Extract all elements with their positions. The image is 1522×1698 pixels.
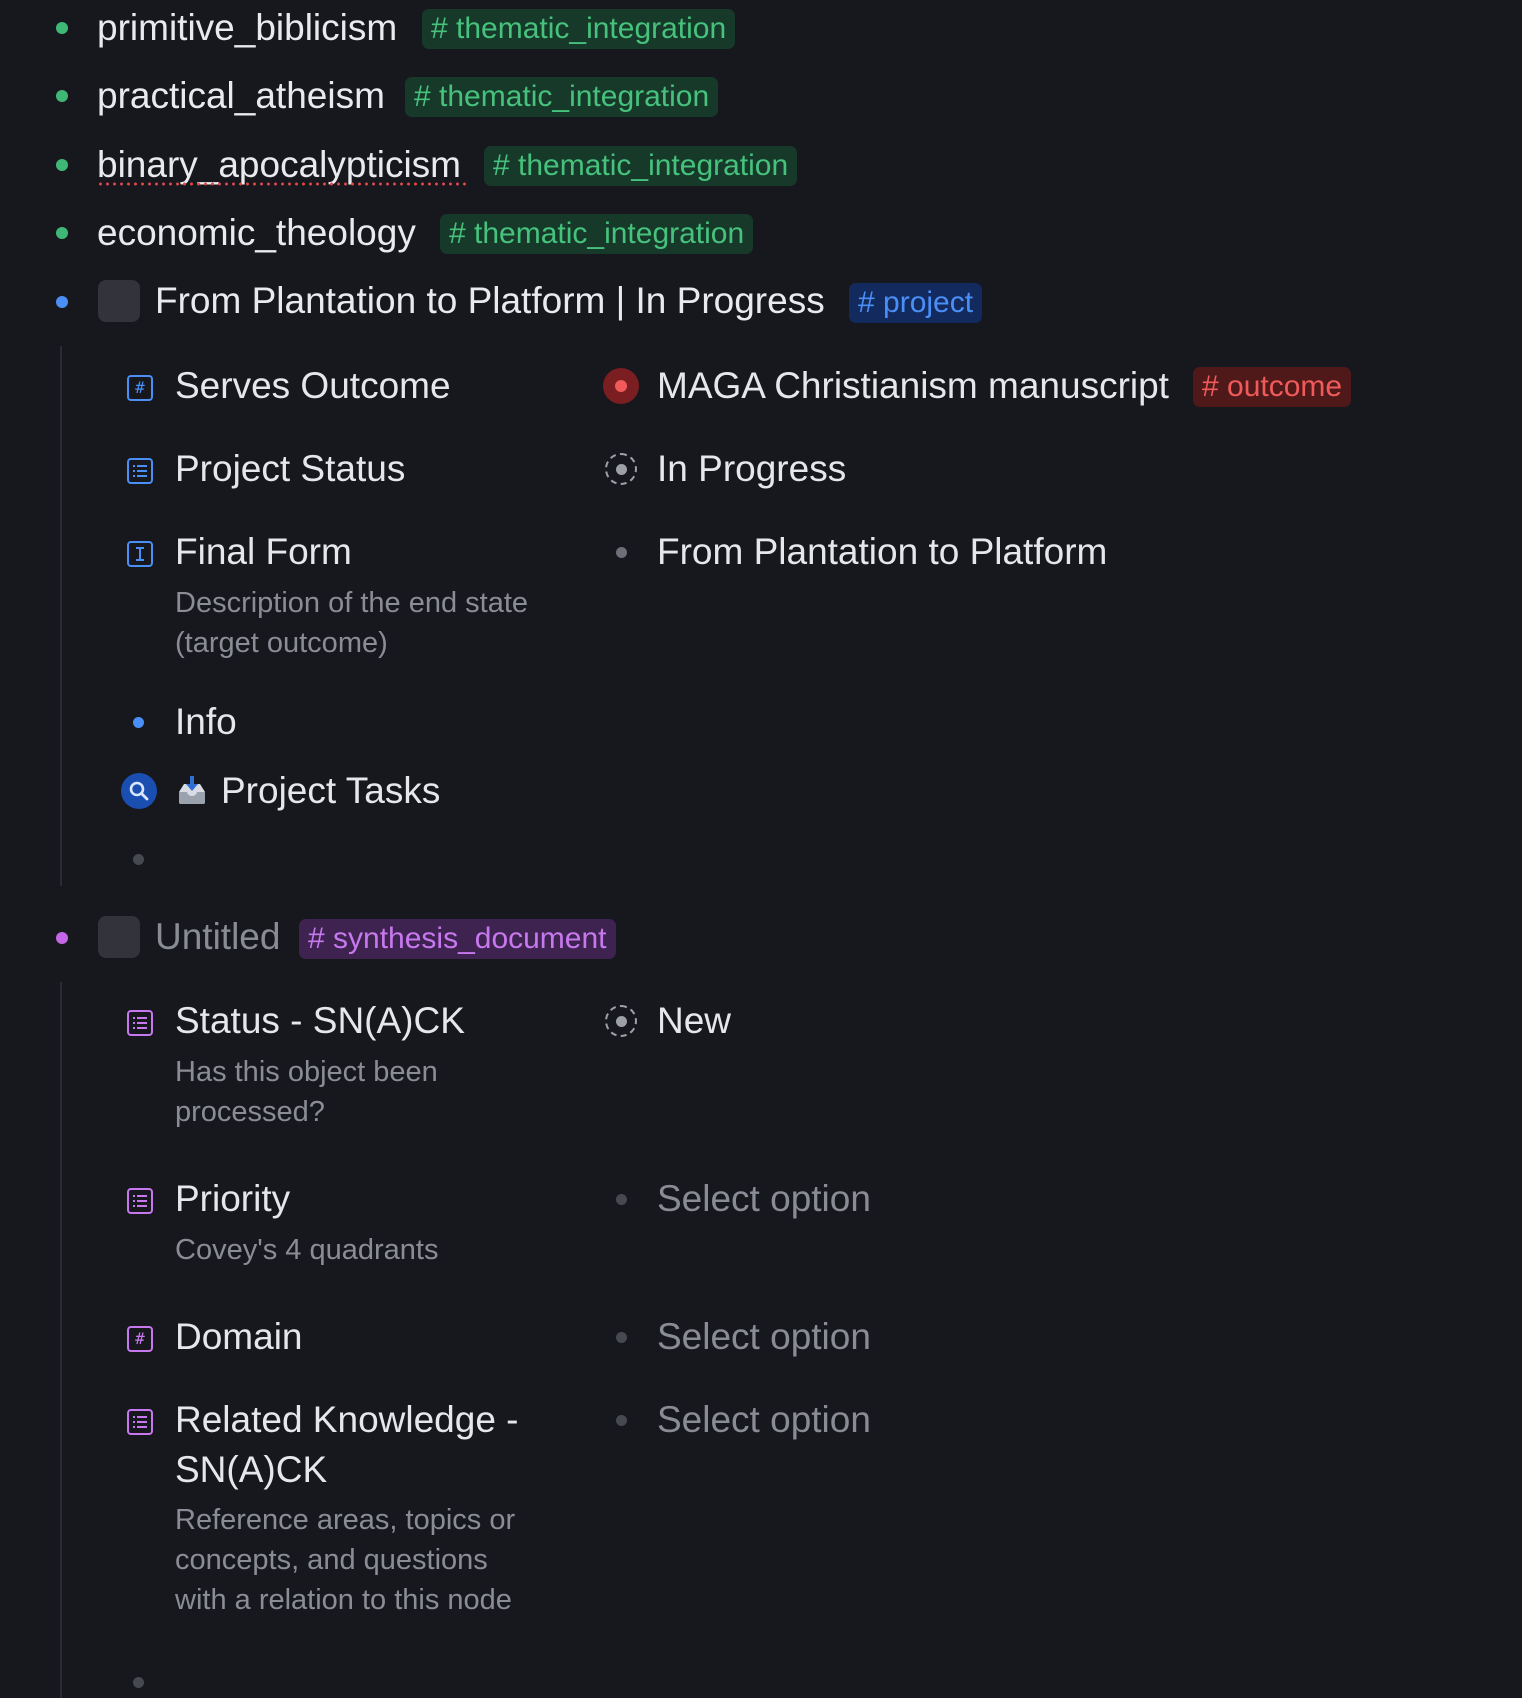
list-field-icon [127, 458, 153, 484]
value-bullet[interactable] [616, 1194, 627, 1205]
hash-field-icon: # [127, 375, 153, 401]
node-title[interactable]: Project Tasks [221, 766, 440, 816]
bullet[interactable] [56, 296, 68, 308]
field-description: Description of the end state (target out… [175, 587, 529, 659]
select-option-placeholder[interactable]: Select option [657, 1395, 871, 1445]
tag-synthesis-document[interactable]: # synthesis_document [299, 919, 616, 959]
children-guide-line [60, 982, 62, 1698]
bullet[interactable] [56, 159, 68, 171]
value-bullet[interactable] [616, 1332, 627, 1343]
field-name[interactable]: Domain [175, 1312, 303, 1362]
field-description: Reference areas, topics or concepts, and… [175, 1504, 516, 1616]
node-title[interactable]: binary_apocalypticism [97, 143, 461, 187]
bullet[interactable] [56, 22, 68, 34]
field-name[interactable]: Project Status [175, 444, 405, 494]
field-name[interactable]: Serves Outcome [175, 361, 451, 411]
tag-thematic-integration[interactable]: # thematic_integration [484, 146, 798, 186]
tag-outcome[interactable]: # outcome [1193, 367, 1352, 407]
node-title[interactable]: primitive_biblicism [97, 6, 397, 50]
field-name-line-1[interactable]: Related Knowledge - [175, 1395, 519, 1445]
search-icon[interactable] [121, 773, 157, 809]
hash-field-icon: # [127, 1326, 153, 1352]
value-bullet[interactable] [616, 547, 627, 558]
list-field-icon [127, 1409, 153, 1435]
node-title[interactable]: From Plantation to Platform | In Progres… [155, 279, 825, 323]
tag-project[interactable]: # project [849, 283, 983, 323]
list-field-icon [127, 1010, 153, 1036]
tag-thematic-integration[interactable]: # thematic_integration [440, 214, 754, 254]
text-field-icon [127, 541, 153, 567]
select-option-placeholder[interactable]: Select option [657, 1174, 871, 1224]
field-name[interactable]: Final Form [175, 527, 352, 577]
outcome-reference-icon[interactable] [603, 368, 639, 404]
bullet[interactable] [133, 717, 144, 728]
field-name[interactable]: Priority [175, 1174, 290, 1224]
tag-thematic-integration[interactable]: # thematic_integration [422, 9, 736, 49]
field-value[interactable]: New [657, 996, 731, 1046]
status-in-progress-icon[interactable] [605, 453, 637, 485]
done-checkbox[interactable] [98, 916, 140, 958]
field-value[interactable]: From Plantation to Platform [657, 527, 1107, 577]
field-description: Has this object been processed? [175, 1056, 438, 1128]
value-bullet[interactable] [616, 1415, 627, 1426]
bullet[interactable] [56, 90, 68, 102]
node-title[interactable]: Info [175, 697, 237, 747]
field-value[interactable]: MAGA Christianism manuscript [657, 361, 1169, 411]
spellcheck-underline [97, 182, 469, 186]
tag-thematic-integration[interactable]: # thematic_integration [405, 77, 719, 117]
field-value[interactable]: In Progress [657, 444, 846, 494]
select-option-placeholder[interactable]: Select option [657, 1312, 871, 1362]
list-field-icon [127, 1188, 153, 1214]
node-title[interactable]: practical_atheism [97, 74, 385, 118]
empty-child-bullet[interactable] [133, 1677, 144, 1688]
node-title[interactable]: Untitled [155, 915, 280, 959]
field-description: Covey's 4 quadrants [175, 1234, 439, 1266]
field-name-line-2[interactable]: SN(A)CK [175, 1445, 327, 1495]
bullet[interactable] [56, 932, 68, 944]
field-name[interactable]: Status - SN(A)CK [175, 996, 465, 1046]
empty-child-bullet[interactable] [133, 854, 144, 865]
children-guide-line [60, 346, 62, 886]
inbox-tray-icon [175, 774, 209, 808]
bullet[interactable] [56, 227, 68, 239]
done-checkbox[interactable] [98, 280, 140, 322]
status-new-icon[interactable] [605, 1005, 637, 1037]
node-title[interactable]: economic_theology [97, 211, 416, 255]
